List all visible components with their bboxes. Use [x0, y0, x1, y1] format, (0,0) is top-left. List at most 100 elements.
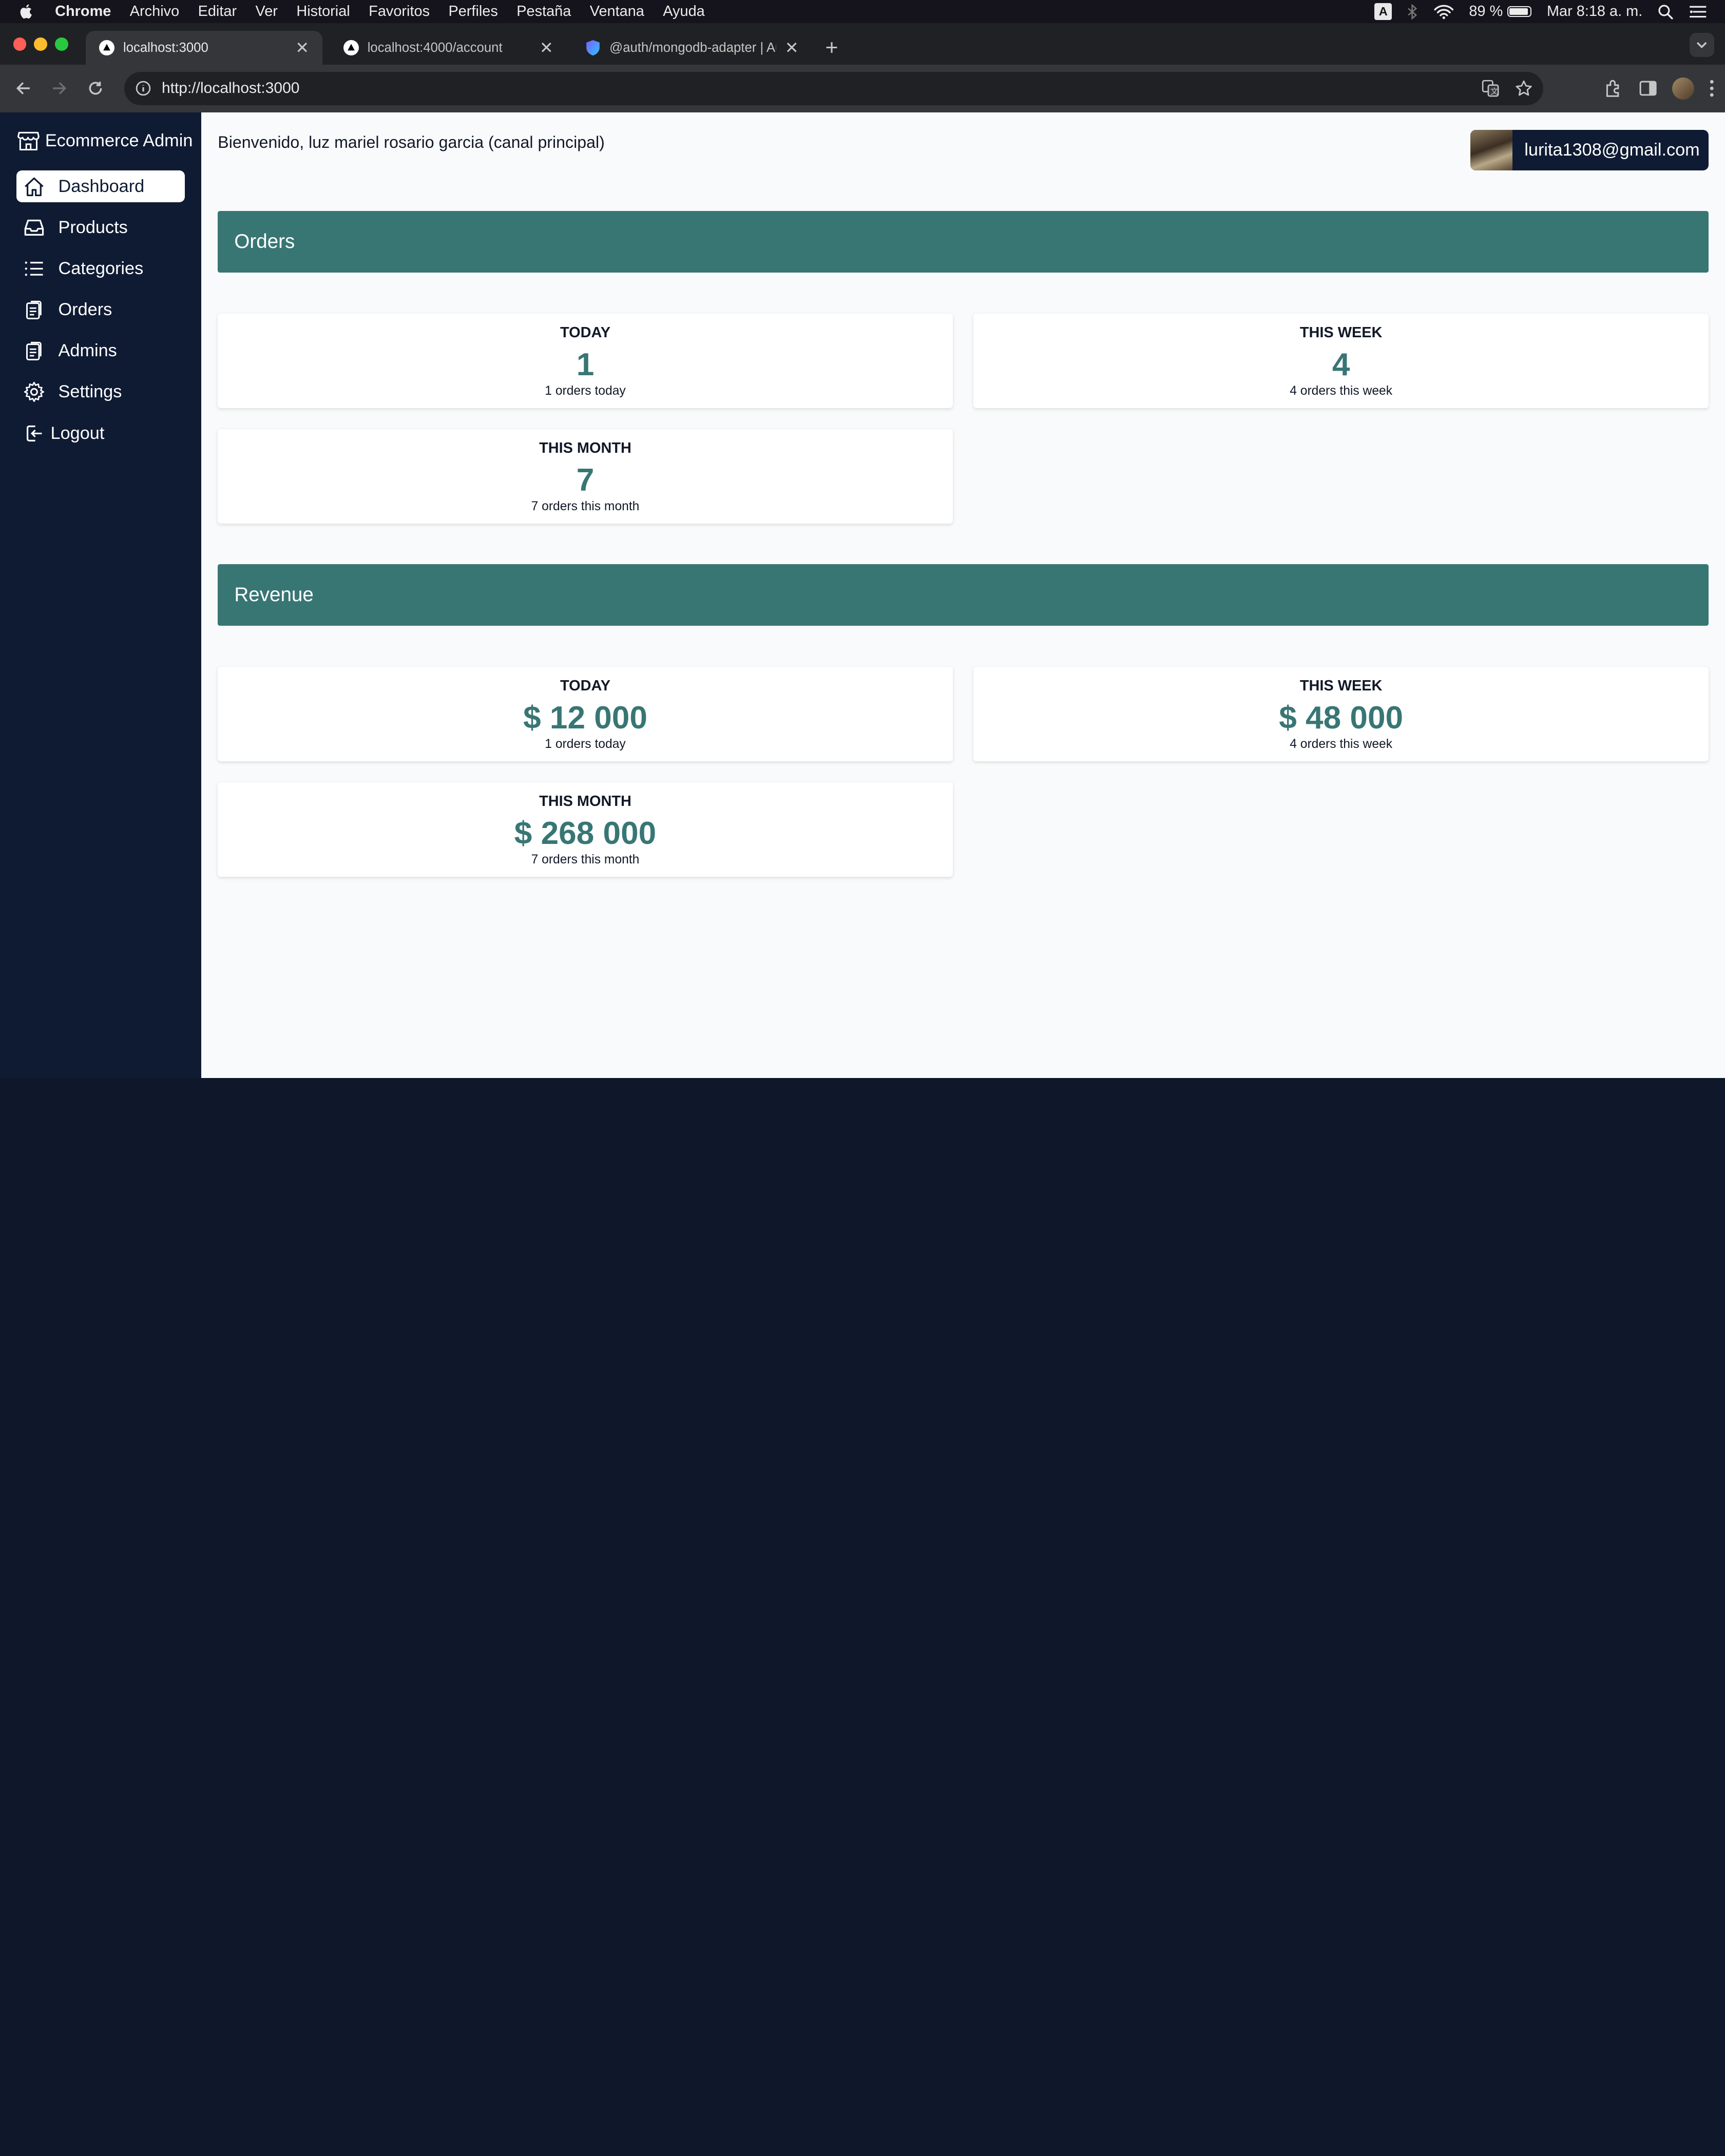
inbox-icon: [24, 219, 44, 236]
menu-favoritos[interactable]: Favoritos: [369, 3, 430, 20]
translate-icon[interactable]: 文: [1482, 80, 1499, 97]
svg-text:文: 文: [1491, 87, 1499, 96]
close-window-button[interactable]: [13, 37, 27, 51]
card-value: $ 12 000: [523, 700, 647, 736]
card-label: TODAY: [560, 324, 610, 341]
tab-search-button[interactable]: [1690, 33, 1714, 57]
battery-status[interactable]: 89 %: [1469, 3, 1531, 20]
revenue-section-header: Revenue: [218, 564, 1709, 626]
user-avatar: [1470, 129, 1512, 171]
maximize-window-button[interactable]: [55, 37, 68, 51]
browser-toolbar: http://localhost:3000 文: [0, 65, 1725, 112]
menu-perfiles[interactable]: Perfiles: [448, 3, 497, 20]
reload-icon: [89, 82, 102, 95]
revenue-month-card: THIS MONTH $ 268 000 7 orders this month: [218, 782, 953, 877]
sidebar-item-settings[interactable]: Settings: [16, 376, 185, 408]
menu-clock[interactable]: Mar 8:18 a. m.: [1547, 3, 1642, 20]
sidebar-item-categories[interactable]: Categories: [16, 253, 185, 284]
menu-archivo[interactable]: Archivo: [130, 3, 179, 20]
sidebar-item-label: Logout: [50, 423, 105, 443]
wifi-icon[interactable]: [1434, 4, 1454, 20]
sidebar-item-products[interactable]: Products: [16, 211, 185, 243]
menu-ayuda[interactable]: Ayuda: [663, 3, 704, 20]
clipboard-icon: [26, 342, 42, 361]
sidebar-item-label: Products: [58, 217, 128, 237]
card-description: 7 orders this month: [531, 852, 640, 867]
back-button[interactable]: [11, 76, 35, 101]
bluetooth-icon[interactable]: [1407, 4, 1418, 20]
admin-sidebar: Ecommerce Admin Dashboard Products Categ…: [0, 112, 202, 1078]
card-label: THIS WEEK: [1299, 677, 1383, 694]
card-description: 1 orders today: [545, 737, 626, 751]
sidebar-item-dashboard[interactable]: Dashboard: [16, 170, 185, 203]
orders-week-card: THIS WEEK 4 4 orders this week: [973, 313, 1709, 408]
shield-favicon-icon: [585, 40, 601, 56]
menu-editar[interactable]: Editar: [198, 3, 237, 20]
sidebar-item-orders[interactable]: Orders: [16, 294, 185, 326]
card-label: THIS MONTH: [539, 793, 631, 810]
arrow-right-icon: [52, 82, 66, 95]
sidebar-item-label: Dashboard: [58, 176, 145, 196]
forward-button[interactable]: [47, 76, 71, 101]
welcome-message: Bienvenido, luz mariel rosario garcia (c…: [218, 133, 605, 152]
card-description: 4 orders this week: [1290, 383, 1393, 398]
card-value: $ 268 000: [514, 815, 657, 851]
side-panel-icon[interactable]: [1639, 81, 1657, 96]
address-bar[interactable]: http://localhost:3000 文: [124, 72, 1544, 105]
section-title: Orders: [234, 230, 295, 253]
menu-ver[interactable]: Ver: [256, 3, 278, 20]
tab-title: @auth/mongodb-adapter | Au: [609, 40, 776, 55]
card-value: 4: [1332, 346, 1350, 382]
menu-historial[interactable]: Historial: [296, 3, 350, 20]
arrow-left-icon: [16, 82, 30, 95]
browser-tab-3[interactable]: @auth/mongodb-adapter | Au ✕: [572, 31, 812, 65]
revenue-today-card: TODAY $ 12 000 1 orders today: [218, 666, 953, 761]
logout-icon: [26, 425, 42, 441]
bookmark-star-icon[interactable]: [1515, 80, 1532, 97]
input-source-badge[interactable]: A: [1374, 3, 1392, 20]
menu-bar-status-area: A 89 % Mar 8:18 a. m.: [1359, 3, 1708, 20]
window-controls: [13, 37, 76, 51]
site-info-icon[interactable]: [136, 81, 151, 96]
tab-close-icon[interactable]: ✕: [785, 38, 799, 57]
extensions-icon[interactable]: [1604, 79, 1624, 99]
card-description: 1 orders today: [545, 383, 626, 398]
profile-avatar[interactable]: [1672, 78, 1695, 100]
macos-menu-bar: Chrome Archivo Editar Ver Historial Favo…: [0, 0, 1725, 23]
screen: Chrome Archivo Editar Ver Historial Favo…: [0, 0, 1725, 1078]
menu-app-name[interactable]: Chrome: [55, 3, 111, 20]
apple-icon[interactable]: [17, 3, 35, 20]
user-email: lurita1308@gmail.com: [1524, 140, 1700, 160]
minimize-window-button[interactable]: [34, 37, 48, 51]
spotlight-search-icon[interactable]: [1658, 4, 1673, 20]
gear-icon: [24, 382, 45, 402]
storefront-icon: [17, 131, 40, 150]
browser-tab-2[interactable]: localhost:4000/account ✕: [330, 31, 567, 65]
sidebar-item-admins[interactable]: Admins: [16, 335, 185, 367]
address-url[interactable]: http://localhost:3000: [162, 80, 300, 97]
tab-close-icon[interactable]: ✕: [295, 38, 309, 57]
chrome-menu-icon[interactable]: [1710, 80, 1714, 97]
card-label: TODAY: [560, 677, 610, 694]
card-description: 7 orders this month: [531, 499, 640, 513]
reload-button[interactable]: [84, 76, 108, 101]
battery-icon: [1507, 6, 1531, 17]
tab-close-icon[interactable]: ✕: [540, 38, 553, 57]
control-center-icon[interactable]: [1689, 5, 1707, 19]
user-account-chip[interactable]: lurita1308@gmail.com: [1470, 129, 1709, 171]
sidebar-item-label: Orders: [58, 300, 112, 320]
tab-favicon-icon: [99, 40, 114, 56]
card-description: 4 orders this week: [1290, 737, 1393, 751]
card-value: 7: [576, 462, 595, 498]
brand-name: Ecommerce Admin: [45, 130, 193, 150]
sidebar-item-label: Admins: [58, 341, 117, 361]
new-tab-button[interactable]: +: [819, 35, 844, 61]
card-label: THIS MONTH: [539, 440, 631, 457]
menu-pestana[interactable]: Pestaña: [516, 3, 571, 20]
browser-tab-1[interactable]: localhost:3000 ✕: [86, 31, 322, 65]
menu-ventana[interactable]: Ventana: [590, 3, 644, 20]
tab-favicon-icon: [343, 40, 359, 56]
sidebar-item-logout[interactable]: Logout: [16, 417, 185, 449]
brand[interactable]: Ecommerce Admin: [17, 130, 193, 152]
clipboard-icon: [26, 301, 42, 320]
